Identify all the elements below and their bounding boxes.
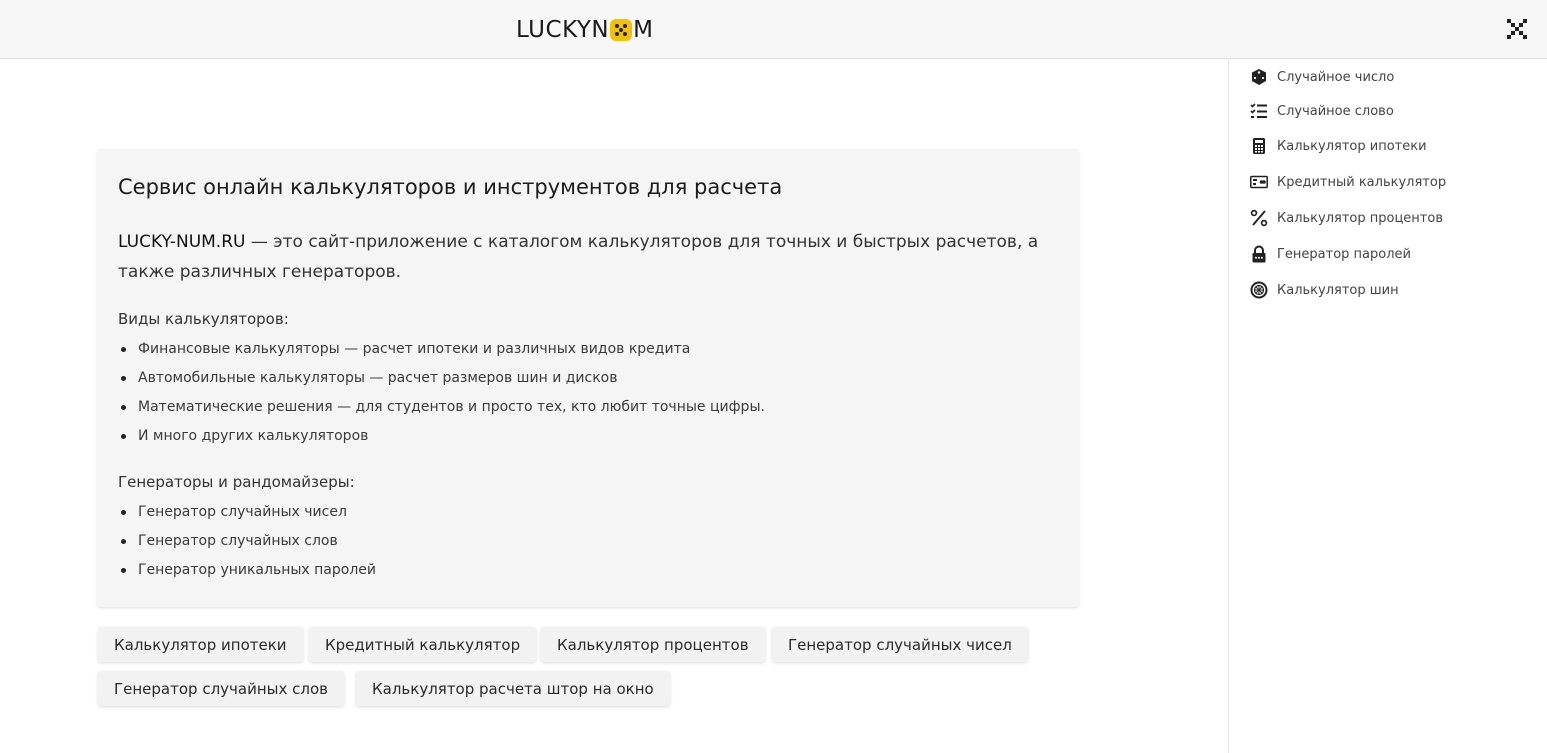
list-item: Генератор случайных чисел (118, 498, 376, 527)
logo-text-start: LUCKYN (516, 17, 610, 43)
list-item: Генератор уникальных паролей (118, 556, 376, 585)
brand-name: LUCKY-NUM.RU (118, 232, 246, 252)
sidebar-item-random-word[interactable]: Случайное слово (1250, 100, 1394, 122)
list-item: Математические решения — для студентов и… (118, 393, 765, 422)
calculators-list: Финансовые калькуляторы — расчет ипотеки… (118, 335, 765, 451)
sidebar-item-label: Калькулятор процентов (1277, 210, 1443, 226)
chip-credit-calculator[interactable]: Кредитный калькулятор (309, 627, 537, 662)
sidebar-menu: Случайное число Случайное слово Калькуля… (1228, 59, 1547, 753)
checklist-icon (1250, 102, 1268, 120)
calculators-section-title: Виды калькуляторов: (118, 310, 289, 328)
sidebar-item-random-number[interactable]: Случайное число (1250, 66, 1394, 88)
chip-random-number-generator[interactable]: Генератор случайных чисел (772, 627, 1028, 662)
sidebar-item-label: Калькулятор шин (1277, 282, 1399, 298)
list-item: И много других калькуляторов (118, 422, 765, 451)
logo-dice-icon (610, 19, 633, 41)
tire-icon (1250, 281, 1268, 299)
percent-icon (1250, 209, 1268, 227)
generators-list: Генератор случайных чисел Генератор случ… (118, 498, 376, 585)
credit-card-icon (1250, 173, 1268, 191)
sidebar-item-label: Кредитный калькулятор (1277, 174, 1447, 190)
list-item: Финансовые калькуляторы — расчет ипотеки… (118, 335, 765, 364)
sidebar-item-label: Калькулятор ипотеки (1277, 138, 1427, 154)
sidebar-item-label: Случайное число (1277, 69, 1395, 85)
calculator-icon (1250, 137, 1268, 155)
sidebar-item-percent-calculator[interactable]: Калькулятор процентов (1250, 207, 1443, 229)
chip-mortgage-calculator[interactable]: Калькулятор ипотеки (98, 627, 303, 662)
close-menu-icon[interactable] (1505, 17, 1529, 41)
page-title: Сервис онлайн калькуляторов и инструмент… (118, 175, 783, 199)
intro-paragraph: LUCKY-NUM.RU — это сайт-приложение с кат… (118, 227, 1048, 287)
logo-text-end: M (633, 17, 654, 43)
sidebar-item-mortgage-calculator[interactable]: Калькулятор ипотеки (1250, 135, 1427, 157)
generators-section-title: Генераторы и рандомайзеры: (118, 473, 355, 491)
chip-random-word-generator[interactable]: Генератор случайных слов (98, 671, 344, 706)
lock-icon (1250, 245, 1268, 263)
dice-icon (1250, 68, 1268, 86)
top-header: LUCKYN M (0, 0, 1547, 59)
site-logo[interactable]: LUCKYN M (516, 15, 653, 45)
chip-curtain-calculator[interactable]: Калькулятор расчета штор на окно (356, 671, 670, 706)
list-item: Автомобильные калькуляторы — расчет разм… (118, 364, 765, 393)
sidebar-item-tire-calculator[interactable]: Калькулятор шин (1250, 279, 1399, 301)
sidebar-item-label: Случайное слово (1277, 103, 1394, 119)
intro-card: Сервис онлайн калькуляторов и инструмент… (97, 149, 1079, 607)
sidebar-item-credit-calculator[interactable]: Кредитный калькулятор (1250, 171, 1446, 193)
list-item: Генератор случайных слов (118, 527, 376, 556)
sidebar-item-password-generator[interactable]: Генератор паролей (1250, 243, 1411, 265)
chip-percent-calculator[interactable]: Калькулятор процентов (541, 627, 765, 662)
sidebar-item-label: Генератор паролей (1277, 246, 1411, 262)
intro-text: — это сайт-приложение с каталогом кальку… (118, 232, 1039, 282)
